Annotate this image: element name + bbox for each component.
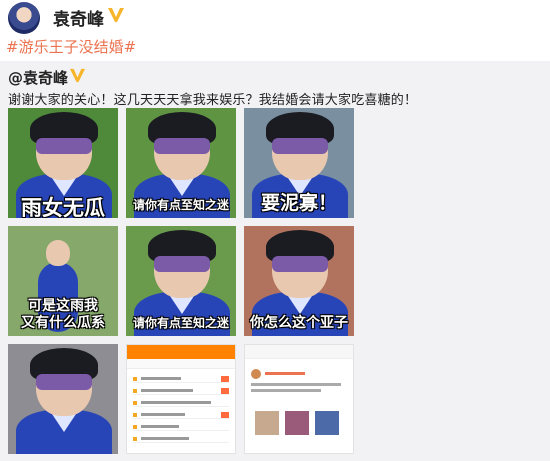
list-item <box>133 423 229 431</box>
figure-mask <box>36 374 92 390</box>
bullet-icon <box>133 377 137 381</box>
bullet-icon <box>133 413 137 417</box>
verified-badge-icon <box>69 68 86 83</box>
avatar[interactable] <box>8 2 40 34</box>
figure-mask <box>154 138 210 154</box>
bullet-icon <box>133 401 137 405</box>
image-caption: 要泥寡！ <box>260 192 337 214</box>
image-caption: 请你有点至知之迷 <box>132 316 229 330</box>
app-top-bar <box>127 345 235 359</box>
hot-badge <box>221 376 229 382</box>
app-header <box>245 345 353 359</box>
list-item <box>133 435 229 443</box>
image-thumbnail[interactable]: 请你有点至知之迷 <box>126 108 236 218</box>
figure-mask <box>154 256 210 272</box>
text-line <box>251 383 341 386</box>
list-item <box>133 411 229 419</box>
repost-text: 谢谢大家的关心！这几天天天拿我来娱乐？我结婚会请大家吃喜糖的！ <box>8 93 418 108</box>
text-line <box>251 389 321 392</box>
image-caption: 雨女无瓜 <box>21 196 105 218</box>
text-line <box>141 425 179 428</box>
image-thumbnail[interactable] <box>8 344 118 454</box>
image-caption: 请你有点至知之迷 <box>132 198 229 212</box>
image-caption: 可是这雨我 又有什么瓜系 <box>21 298 105 331</box>
bullet-icon <box>133 425 137 429</box>
image-thumbnail[interactable]: 雨女无瓜 <box>8 108 118 218</box>
image-thumbnail[interactable]: 要泥寡！ <box>244 108 354 218</box>
mini-image <box>315 411 339 435</box>
image-thumbnail[interactable]: 请你有点至知之迷 <box>126 226 236 336</box>
author-name[interactable]: 袁奇峰 <box>53 5 104 30</box>
figure-mask <box>36 138 92 154</box>
text-line <box>141 437 189 440</box>
repost-author[interactable]: @袁奇峰 <box>8 67 68 88</box>
text-line <box>265 372 305 375</box>
hot-badge <box>221 412 229 418</box>
mini-image <box>255 411 279 435</box>
topic-hashtag[interactable]: #游乐王子没结婚# <box>6 36 136 57</box>
mini-image <box>285 411 309 435</box>
text-line <box>141 413 185 416</box>
avatar <box>251 369 261 379</box>
app-screenshot-thumbnail[interactable] <box>126 344 236 454</box>
list-item <box>133 375 229 383</box>
figure-face <box>46 240 70 266</box>
post-preview <box>251 369 347 399</box>
bullet-icon <box>133 437 137 441</box>
app-tab-strip <box>127 359 235 369</box>
text-line <box>141 401 211 404</box>
figure-mask <box>272 256 328 272</box>
list-item <box>133 387 229 395</box>
hot-badge <box>221 388 229 394</box>
bullet-icon <box>133 389 137 393</box>
image-thumbnail[interactable]: 你怎么这个亚子 <box>244 226 354 336</box>
text-line <box>141 389 193 392</box>
repost-card: @袁奇峰 谢谢大家的关心！这几天天天拿我来娱乐？我结婚会请大家吃喜糖的！ 雨女无… <box>0 61 550 461</box>
list-item <box>133 399 229 407</box>
text-line <box>141 377 181 380</box>
figure-mask <box>272 138 328 154</box>
image-caption: 你怎么这个亚子 <box>250 315 348 331</box>
app-screenshot-thumbnail[interactable] <box>244 344 354 454</box>
post-header: 袁奇峰 <box>0 0 550 36</box>
verified-badge-icon <box>108 8 124 22</box>
image-thumbnail[interactable]: 可是这雨我 又有什么瓜系 <box>8 226 118 336</box>
